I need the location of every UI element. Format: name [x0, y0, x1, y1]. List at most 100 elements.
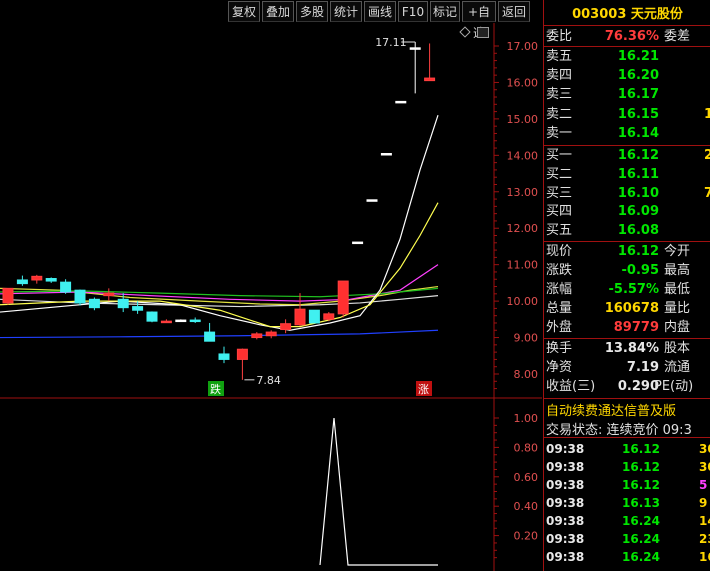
candle-body [88, 298, 100, 309]
bid-price: 16.09 [617, 204, 659, 220]
y-tick-label: 17.00 [507, 40, 539, 53]
ask-label: 卖三 [546, 87, 573, 103]
stat-row: 收益(三) 0.290 PE(动) [544, 378, 710, 396]
tick-volume: 30 [699, 460, 710, 474]
stat-label: 总量 [546, 301, 573, 316]
stat-value: 13.84% [604, 341, 659, 356]
tick-time: 09:38 [546, 550, 585, 564]
sub-y-tick-label: 1.00 [514, 412, 539, 425]
candle-body [74, 289, 86, 304]
y-tick-label: 13.00 [507, 186, 539, 199]
bid-label: 买二 [546, 166, 573, 182]
candle-body [352, 241, 364, 245]
stat-value: 16.12 [617, 244, 659, 259]
ask-price: 16.21 [617, 49, 659, 64]
toolbar-button-8[interactable]: 返回 [498, 1, 530, 22]
divider [544, 46, 710, 47]
sub-y-tick-label: 0.40 [514, 500, 539, 513]
stat-row: 涨幅 -5.57% 最低 [544, 281, 710, 299]
y-tick-label: 15.00 [507, 113, 539, 126]
ask-row: 卖五 16.21 [544, 48, 710, 66]
tick-price: 16.12 [622, 478, 660, 492]
candle-body [2, 287, 14, 304]
candle-body [146, 311, 158, 322]
y-tick-label: 10.00 [507, 295, 539, 308]
tick-row: 09:38 16.12 5 [544, 476, 710, 494]
bid-label: 买五 [546, 223, 573, 239]
tick-row: 09:38 16.24 23 [544, 530, 710, 548]
tick-row: 09:38 16.13 9 [544, 494, 710, 512]
candle-body [189, 319, 201, 323]
toolbar-button-6[interactable]: 标记 [430, 1, 460, 22]
tick-volume: 16 [699, 550, 710, 564]
tick-volume: 30 [699, 442, 710, 456]
tick-time: 09:38 [546, 442, 585, 456]
bid-price: 16.12 [617, 148, 659, 163]
candle-body [132, 306, 144, 311]
tick-row: 09:38 16.24 14 [544, 512, 710, 530]
tick-price: 16.24 [622, 532, 660, 546]
stat-label-2: 量比 [664, 301, 691, 316]
sub-y-tick-label: 0.80 [514, 441, 539, 454]
bid-label: 买一 [546, 148, 573, 163]
stat-row: 换手 13.84% 股本 [544, 340, 710, 358]
candle-body [265, 331, 277, 337]
tick-time: 09:38 [546, 514, 585, 528]
ask-row: 卖二 16.15 1 [544, 106, 710, 124]
stat-label-2: 流通 [664, 360, 691, 375]
bid-price: 16.08 [617, 223, 659, 239]
ask-price: 16.20 [617, 68, 659, 84]
candle-body [16, 279, 28, 285]
bid-row: 买五 16.08 [544, 222, 710, 240]
tick-volume: 23 [699, 532, 710, 546]
toolbar-button-7[interactable]: +自选 [462, 1, 496, 40]
stat-label-2: 股本 [664, 341, 691, 356]
divider [544, 398, 710, 399]
toolbar-button-1[interactable]: 叠加 [262, 1, 294, 22]
stat-label: 净资 [546, 360, 573, 375]
tick-volume: 14 [699, 514, 710, 528]
candle-body [280, 323, 292, 331]
low-price-label: 7.84 [256, 374, 281, 387]
ticker-banner[interactable]: 自动续费通达信普及版 [546, 400, 676, 419]
candle-body [308, 309, 320, 324]
stat-value: 160678 [604, 301, 659, 316]
divider [544, 338, 710, 339]
stat-label: 收益(三) [546, 379, 596, 394]
ma-line-6 [0, 202, 439, 328]
stat-value: 7.19 [626, 360, 659, 375]
ask-row: 卖四 16.20 [544, 67, 710, 85]
ask-price: 16.15 [617, 106, 659, 122]
tick-time: 09:38 [546, 532, 585, 546]
chart-toolbar: 复权叠加多股统计画线F10标记+自选返回 [0, 0, 542, 40]
ask-row: 卖一 16.14 [544, 125, 710, 143]
toolbar-button-2[interactable]: 多股 [296, 1, 328, 22]
toolbar-button-5[interactable]: F10 [398, 1, 428, 22]
toolbar-button-0[interactable]: 复权 [228, 1, 260, 22]
candle-body [31, 275, 43, 281]
stat-label-2: 内盘 [664, 320, 691, 335]
price-chart[interactable]: 17.00 16.00 15.00 14.00 13.00 12.00 11.00 10.00… [0, 23, 542, 571]
stat-row: 外盘 89779 内盘 [544, 319, 710, 337]
stat-label-2: 最高 [664, 263, 691, 278]
stat-label-2: 最低 [664, 282, 691, 297]
stat-label: 涨幅 [546, 282, 573, 297]
bid-row: 买二 16.11 [544, 166, 710, 184]
toolbar-button-4[interactable]: 画线 [364, 1, 396, 22]
ask-price: 16.17 [617, 87, 659, 103]
tick-price: 16.12 [622, 460, 660, 474]
up-tag: 涨 [418, 383, 429, 396]
tick-volume: 9 [699, 496, 708, 510]
divider [544, 25, 710, 26]
stat-value: -0.95 [621, 263, 659, 278]
stat-label: 现价 [546, 244, 573, 259]
weibi-row: 委比 76.36% 委差 [544, 28, 710, 46]
tick-row: 09:38 16.24 16 [544, 548, 710, 566]
toolbar-button-3[interactable]: 统计 [330, 1, 362, 22]
bid-price: 16.10 [617, 185, 659, 201]
stat-row: 现价 16.12 今开 [544, 243, 710, 261]
stat-label-2: 今开 [664, 244, 691, 259]
candle-body [366, 199, 378, 202]
weibi-value: 76.36% [604, 29, 659, 44]
ma-line-60 [0, 329, 439, 339]
